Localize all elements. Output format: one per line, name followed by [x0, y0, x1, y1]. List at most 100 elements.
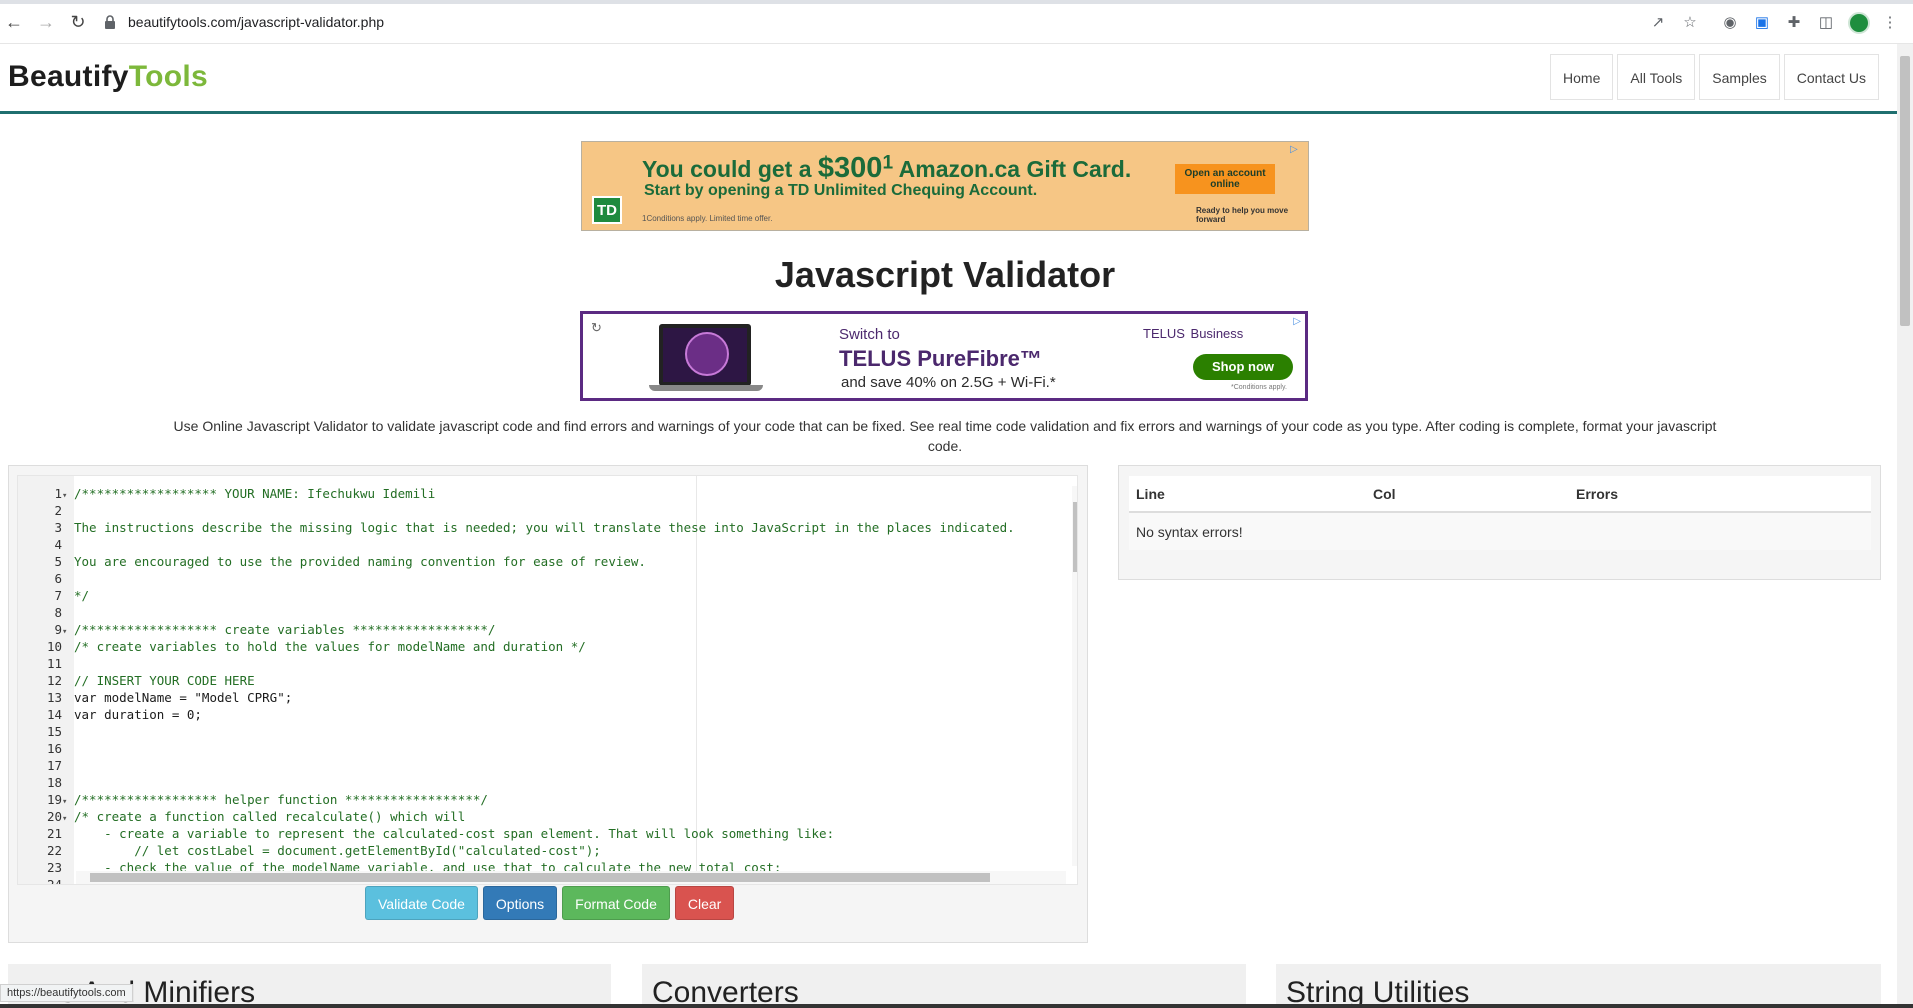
- line-number: 11: [46, 656, 62, 671]
- editor-vertical-scrollbar[interactable]: [1072, 486, 1077, 866]
- line-text: /****************** helper function ****…: [74, 792, 488, 807]
- code-line[interactable]: 10 /* create variables to hold the values…: [18, 638, 1058, 655]
- code-line[interactable]: 1▾/****************** YOUR NAME: Ifechuk…: [18, 485, 1058, 502]
- editor-panel: 1▾/****************** YOUR NAME: Ifechuk…: [8, 465, 1088, 943]
- ad-conditions: *Conditions apply.: [1231, 384, 1287, 391]
- share-icon[interactable]: ↗: [1648, 12, 1668, 32]
- adchoices-icon[interactable]: ▷: [1293, 316, 1301, 327]
- camera-icon[interactable]: ◉: [1720, 12, 1740, 32]
- code-line[interactable]: 5 You are encouraged to use the provided …: [18, 553, 1058, 570]
- site-header: BeautifyTools Home All Tools Samples Con…: [0, 44, 1897, 114]
- line-text: - create a variable to represent the cal…: [74, 826, 835, 841]
- zoom-extension-icon[interactable]: ▣: [1752, 12, 1772, 32]
- code-line[interactable]: 20▾/* create a function called recalcula…: [18, 808, 1058, 825]
- telus-advertisement[interactable]: ↻ Switch to TELUS PureFibre™ and save 40…: [580, 311, 1308, 401]
- nav-contact-us[interactable]: Contact Us: [1783, 54, 1879, 100]
- code-line[interactable]: 17: [18, 757, 1058, 774]
- td-advertisement[interactable]: You could get a $3001 Amazon.ca Gift Car…: [581, 141, 1309, 231]
- code-line[interactable]: 21 - create a variable to represent the …: [18, 825, 1058, 842]
- code-line[interactable]: 6: [18, 570, 1058, 587]
- nav-home[interactable]: Home: [1550, 54, 1614, 100]
- line-number: 4: [54, 537, 62, 552]
- code-editor[interactable]: 1▾/****************** YOUR NAME: Ifechuk…: [17, 475, 1078, 885]
- site-logo[interactable]: BeautifyTools: [8, 60, 208, 94]
- column-header-col: Col: [1366, 476, 1569, 513]
- page-scrollbar[interactable]: [1897, 44, 1913, 1008]
- line-text: /****************** YOUR NAME: Ifechukwu…: [74, 486, 436, 501]
- code-line[interactable]: 14 var duration = 0;: [18, 706, 1058, 723]
- category-card-string-utilities[interactable]: String Utilities: [1276, 964, 1881, 1008]
- back-icon[interactable]: ←: [2, 10, 26, 34]
- code-line[interactable]: 9▾/****************** create variables *…: [18, 621, 1058, 638]
- address-bar[interactable]: beautifytools.com/javascript-validator.p…: [102, 8, 1662, 36]
- line-text: The instructions describe the missing lo…: [74, 520, 1015, 535]
- clear-button[interactable]: Clear: [674, 886, 735, 920]
- ad-product-name: TELUS PureFibre™: [839, 346, 1042, 371]
- top-nav: Home All Tools Samples Contact Us: [1550, 54, 1879, 100]
- extensions-icon[interactable]: ✚: [1784, 12, 1804, 32]
- line-number: 1: [54, 486, 62, 501]
- ad-shop-now-button[interactable]: Shop now: [1193, 354, 1293, 380]
- ad-open-account-button[interactable]: Open an account online: [1175, 164, 1275, 194]
- line-text: var duration = 0;: [74, 707, 202, 722]
- code-line[interactable]: 7 */: [18, 587, 1058, 604]
- profile-avatar[interactable]: [1848, 12, 1870, 34]
- td-logo: TD: [592, 196, 622, 224]
- browser-toolbar: ← → ↻ beautifytools.com/javascript-valid…: [0, 0, 1913, 44]
- category-card-converters[interactable]: Converters: [642, 964, 1246, 1008]
- code-lines[interactable]: 1▾/****************** YOUR NAME: Ifechuk…: [18, 485, 1058, 884]
- code-line[interactable]: 19▾/****************** helper function *…: [18, 791, 1058, 808]
- line-number: 19: [46, 792, 62, 807]
- line-number: 21: [46, 826, 62, 841]
- adchoices-icon[interactable]: ▷: [1290, 144, 1304, 158]
- table-header-row: Line Col Errors: [1129, 476, 1871, 513]
- reload-icon[interactable]: ↻: [66, 10, 90, 34]
- line-number: 17: [46, 758, 62, 773]
- page-scrollbar-thumb[interactable]: [1900, 56, 1910, 326]
- code-line[interactable]: 22 // let costLabel = document.getElemen…: [18, 842, 1058, 859]
- line-text: /* create variables to hold the values f…: [74, 639, 586, 654]
- validate-code-button[interactable]: Validate Code: [365, 886, 478, 920]
- line-number: 8: [54, 605, 62, 620]
- code-line[interactable]: 4: [18, 536, 1058, 553]
- telus-logo: TELUS Business: [1143, 326, 1244, 341]
- code-line[interactable]: 16: [18, 740, 1058, 757]
- line-text: /****************** create variables ***…: [74, 622, 496, 637]
- bookmark-star-icon[interactable]: ☆: [1680, 12, 1700, 32]
- code-line[interactable]: 11: [18, 655, 1058, 672]
- code-line[interactable]: 15: [18, 723, 1058, 740]
- ad-fineprint: 1Conditions apply. Limited time offer.: [642, 214, 773, 223]
- line-number: 15: [46, 724, 62, 739]
- line-text: */: [74, 588, 90, 603]
- code-line[interactable]: 12 // INSERT YOUR CODE HERE: [18, 672, 1058, 689]
- scrollbar-thumb[interactable]: [1073, 502, 1077, 572]
- editor-button-row: Validate Code Options Format Code Clear: [365, 886, 735, 920]
- code-line[interactable]: 2: [18, 502, 1058, 519]
- line-number: 12: [46, 673, 62, 688]
- ad-headline: You could get a $3001 Amazon.ca Gift Car…: [642, 152, 1132, 184]
- side-panel-icon[interactable]: ◫: [1816, 12, 1836, 32]
- forward-icon[interactable]: →: [34, 10, 58, 34]
- results-panel: Line Col Errors No syntax errors!: [1118, 465, 1881, 580]
- code-line[interactable]: 18: [18, 774, 1058, 791]
- nav-all-tools[interactable]: All Tools: [1617, 54, 1696, 100]
- bottom-edge: [0, 1004, 1913, 1008]
- logo-beautify: Beautify: [8, 60, 129, 93]
- laptop-image: [659, 324, 751, 386]
- menu-kebab-icon[interactable]: ⋮: [1880, 12, 1900, 32]
- editor-horizontal-scrollbar[interactable]: [76, 871, 1066, 884]
- column-header-errors: Errors: [1569, 476, 1871, 513]
- code-line[interactable]: 8: [18, 604, 1058, 621]
- options-button[interactable]: Options: [482, 886, 558, 920]
- tab-strip: [0, 0, 1913, 4]
- format-code-button[interactable]: Format Code: [562, 886, 670, 920]
- line-number: 3: [54, 520, 62, 535]
- code-line[interactable]: 3 The instructions describe the missing l…: [18, 519, 1058, 536]
- line-number: 23: [46, 860, 62, 875]
- line-number: 6: [54, 571, 62, 586]
- line-number: 22: [46, 843, 62, 858]
- scrollbar-thumb[interactable]: [90, 873, 990, 882]
- nav-samples[interactable]: Samples: [1699, 54, 1780, 100]
- url-text: beautifytools.com/javascript-validator.p…: [128, 14, 385, 30]
- code-line[interactable]: 13 var modelName = "Model CPRG";: [18, 689, 1058, 706]
